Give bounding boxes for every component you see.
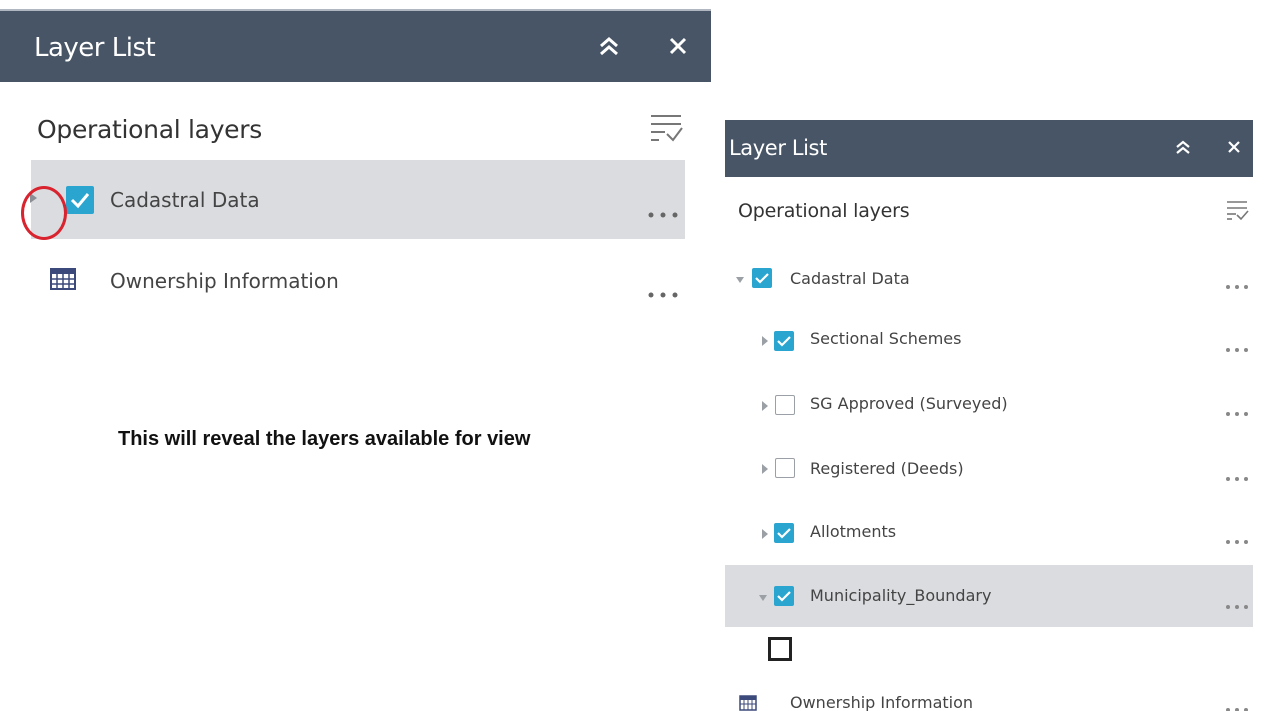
checkmark-icon[interactable] — [66, 186, 94, 214]
caret-right-icon[interactable] — [761, 528, 769, 540]
layer-label-cadastral-data: Cadastral Data — [790, 269, 910, 288]
layer-label-sg-approved: SG Approved (Surveyed) — [810, 394, 1008, 413]
layer-label-ownership-information: Ownership Information — [790, 693, 974, 711]
layer-label-municipality-boundary: Municipality_Boundary — [810, 586, 992, 605]
caret-down-icon[interactable] — [735, 276, 745, 284]
section-title: Operational layers — [37, 115, 262, 144]
panel-title-expanded: Layer List — [729, 136, 827, 160]
caret-right-icon[interactable] — [761, 335, 769, 347]
caret-right-icon[interactable] — [761, 463, 769, 475]
legend-symbol-square — [768, 637, 792, 661]
checkmark-icon[interactable] — [774, 523, 794, 543]
layer-label-sectional-schemes: Sectional Schemes — [810, 329, 962, 348]
checkmark-icon[interactable] — [774, 331, 794, 351]
more-dots-icon[interactable] — [1224, 706, 1250, 711]
panel-title: Layer List — [34, 33, 156, 63]
more-dots-icon[interactable] — [1224, 346, 1250, 354]
close-icon[interactable] — [1225, 138, 1243, 156]
more-dots-icon[interactable] — [645, 210, 681, 220]
more-dots-icon[interactable] — [1224, 283, 1250, 291]
layer-label-ownership-information: Ownership Information — [110, 269, 339, 293]
layer-label-registered-deeds: Registered (Deeds) — [810, 459, 964, 478]
checkmark-icon[interactable] — [752, 268, 772, 288]
layer-label-allotments: Allotments — [810, 522, 897, 541]
section-title-expanded: Operational layers — [738, 200, 910, 222]
filter-list-icon[interactable] — [1224, 198, 1250, 222]
filter-list-icon[interactable] — [647, 110, 685, 144]
double-chevron-up-icon[interactable] — [596, 33, 622, 59]
more-dots-icon[interactable] — [1224, 475, 1250, 483]
close-icon[interactable] — [665, 33, 691, 59]
table-icon — [50, 268, 76, 290]
more-dots-icon[interactable] — [1224, 538, 1250, 546]
more-dots-icon[interactable] — [1224, 410, 1250, 418]
layer-label-cadastral-data: Cadastral Data — [110, 188, 260, 212]
more-dots-icon[interactable] — [645, 290, 681, 300]
checkmark-icon[interactable] — [774, 586, 794, 606]
caret-down-icon[interactable] — [758, 594, 768, 602]
instruction-caption: This will reveal the layers available fo… — [118, 428, 531, 450]
table-icon — [739, 695, 757, 711]
empty-checkbox[interactable] — [775, 458, 795, 478]
caret-right-icon[interactable] — [761, 400, 769, 412]
empty-checkbox[interactable] — [775, 395, 795, 415]
red-circle-annotation — [21, 186, 67, 240]
double-chevron-up-icon[interactable] — [1173, 137, 1193, 157]
more-dots-icon[interactable] — [1224, 603, 1250, 611]
